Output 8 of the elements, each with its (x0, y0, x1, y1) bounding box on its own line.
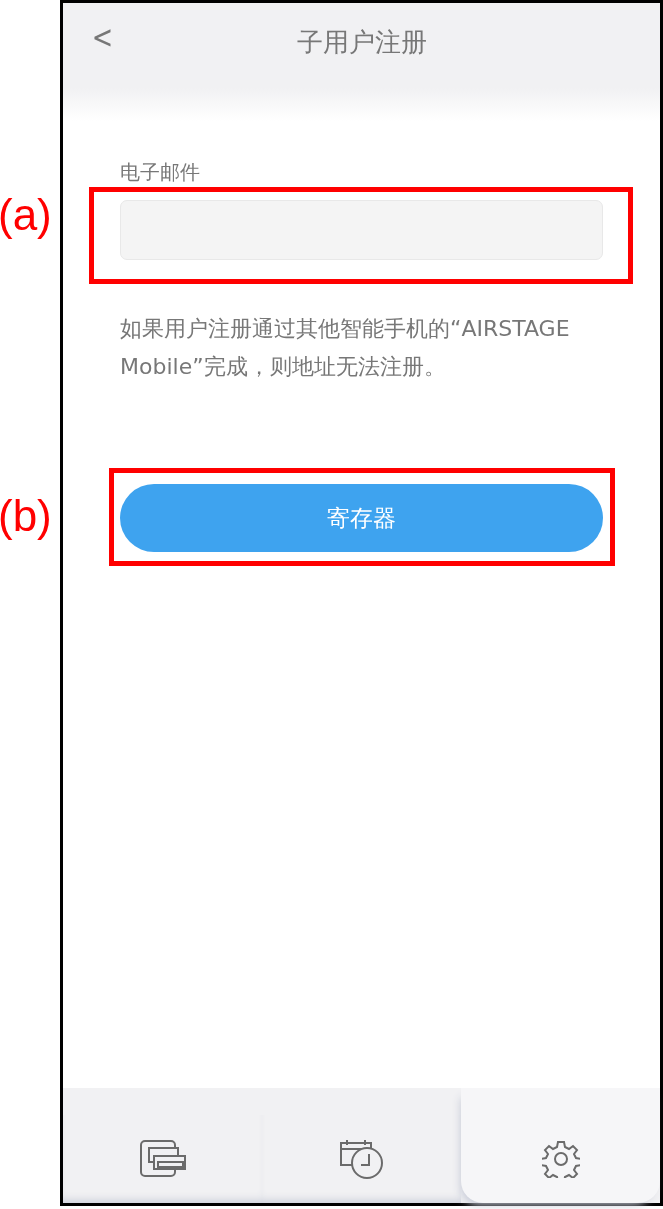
register-button[interactable]: 寄存器 (120, 484, 603, 552)
field-label: 电子邮件 (120, 159, 201, 186)
screen-title: 子用户注册 (296, 26, 427, 59)
calendar-clock-icon (338, 1138, 385, 1180)
screens-icon (139, 1140, 186, 1178)
back-button[interactable]: < (88, 21, 117, 53)
settings-icon (541, 1140, 580, 1178)
note-text: 如果用户注册通过其他智能手机的“AIRSTAGE Mobile”完成，则地址无法注册。 (120, 315, 571, 381)
